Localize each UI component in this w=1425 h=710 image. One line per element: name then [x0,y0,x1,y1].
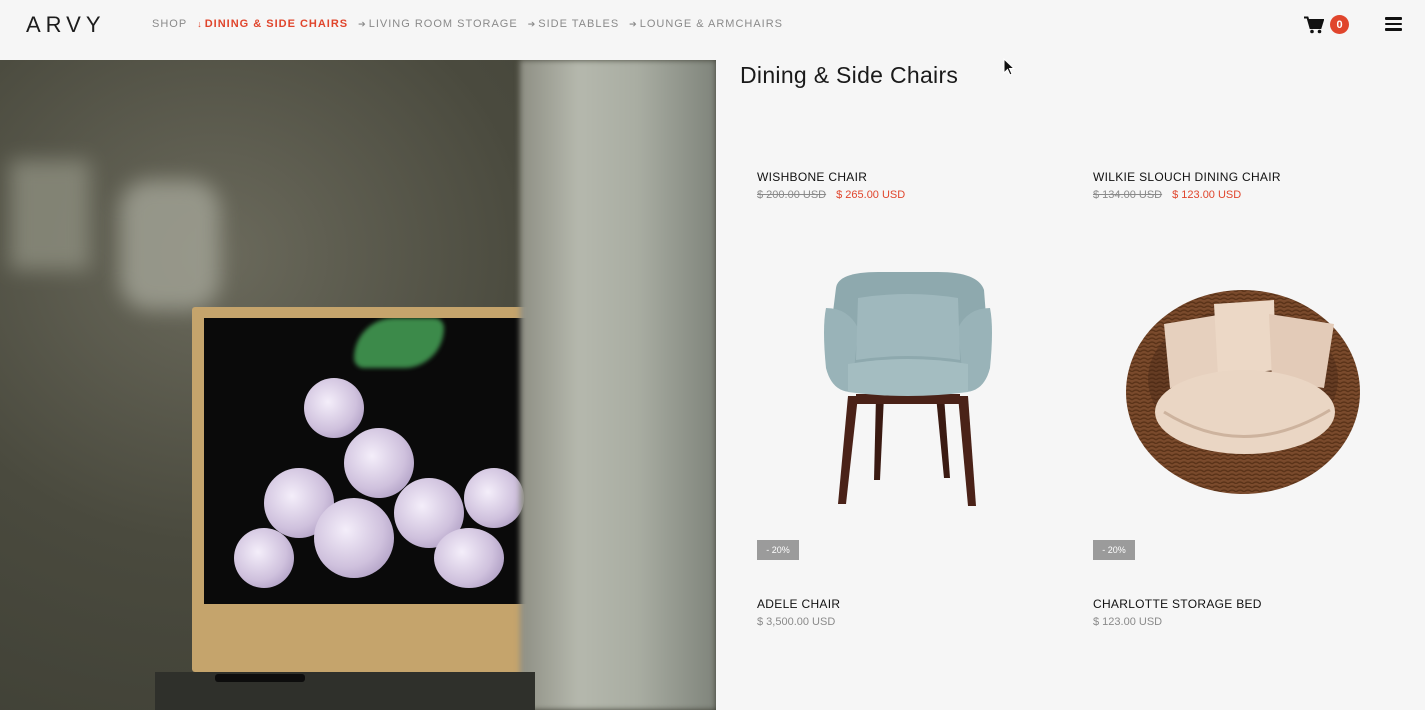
hamburger-menu-icon[interactable] [1385,17,1402,31]
nav-item-dining-side-chairs[interactable]: ↓ DINING & SIDE CHAIRS [197,18,348,30]
original-price: $ 134.00 USD [1093,189,1163,201]
sale-price: $ 123.00 USD [1172,189,1242,201]
site-header: ARVY SHOP ↓ DINING & SIDE CHAIRS ➔ LIVIN… [0,0,1425,48]
remote-control [215,674,305,682]
nav-item-label: DINING & SIDE CHAIRS [204,18,349,30]
cart-button[interactable]: 0 [1304,15,1349,34]
nav-item-living-room-storage[interactable]: ➔ LIVING ROOM STORAGE [358,18,518,30]
cart-icon [1304,16,1324,33]
nav-item-shop[interactable]: SHOP [152,18,187,30]
nav-item-label: SHOP [152,18,188,30]
discount-badge: - 20% [1093,540,1135,560]
product-name[interactable]: CHARLOTTE STORAGE BED [1093,597,1262,611]
page-title: Dining & Side Chairs [740,62,959,88]
price: $ 3,500.00 USD [757,616,836,628]
price: $ 123.00 USD [1093,616,1163,628]
product-card[interactable]: ADELE CHAIR $ 3,500.00 USD [757,597,840,628]
nav-item-label: SIDE TABLES [538,18,620,30]
product-image-charlotte-storage-bed[interactable] [1124,284,1362,498]
discount-badge: - 20% [757,540,799,560]
tv-stand [155,672,535,710]
product-name[interactable]: WILKIE SLOUCH DINING CHAIR [1093,170,1281,184]
original-price: $ 200.00 USD [757,189,827,201]
product-name[interactable]: ADELE CHAIR [757,597,840,611]
nav-item-lounge-armchairs[interactable]: ➔ LOUNGE & ARMCHAIRS [629,18,783,30]
product-name[interactable]: WISHBONE CHAIR [757,170,905,184]
arrow-right-icon: ➔ [629,18,638,29]
product-card[interactable]: CHARLOTTE STORAGE BED $ 123.00 USD [1093,597,1262,628]
arrow-down-icon: ↓ [197,19,203,29]
mouse-cursor-icon [1003,58,1015,76]
nav-item-label: LIVING ROOM STORAGE [368,18,518,30]
nav-item-label: LOUNGE & ARMCHAIRS [639,18,784,30]
cart-count-badge: 0 [1330,15,1349,34]
sale-price: $ 265.00 USD [836,189,906,201]
nav-item-side-tables[interactable]: ➔ SIDE TABLES [528,18,619,30]
arrow-right-icon: ➔ [527,18,537,29]
product-card[interactable]: WILKIE SLOUCH DINING CHAIR $ 134.00 USD … [1093,170,1281,201]
tv-screen [204,318,564,604]
product-image-adele-chair[interactable] [818,268,998,513]
hero-image [0,60,716,710]
logo[interactable]: ARVY [26,12,106,38]
arrow-right-icon: ➔ [358,18,367,29]
main-nav: SHOP ↓ DINING & SIDE CHAIRS ➔ LIVING ROO… [152,18,783,30]
product-card[interactable]: WISHBONE CHAIR $ 200.00 USD $ 265.00 USD [757,170,905,201]
